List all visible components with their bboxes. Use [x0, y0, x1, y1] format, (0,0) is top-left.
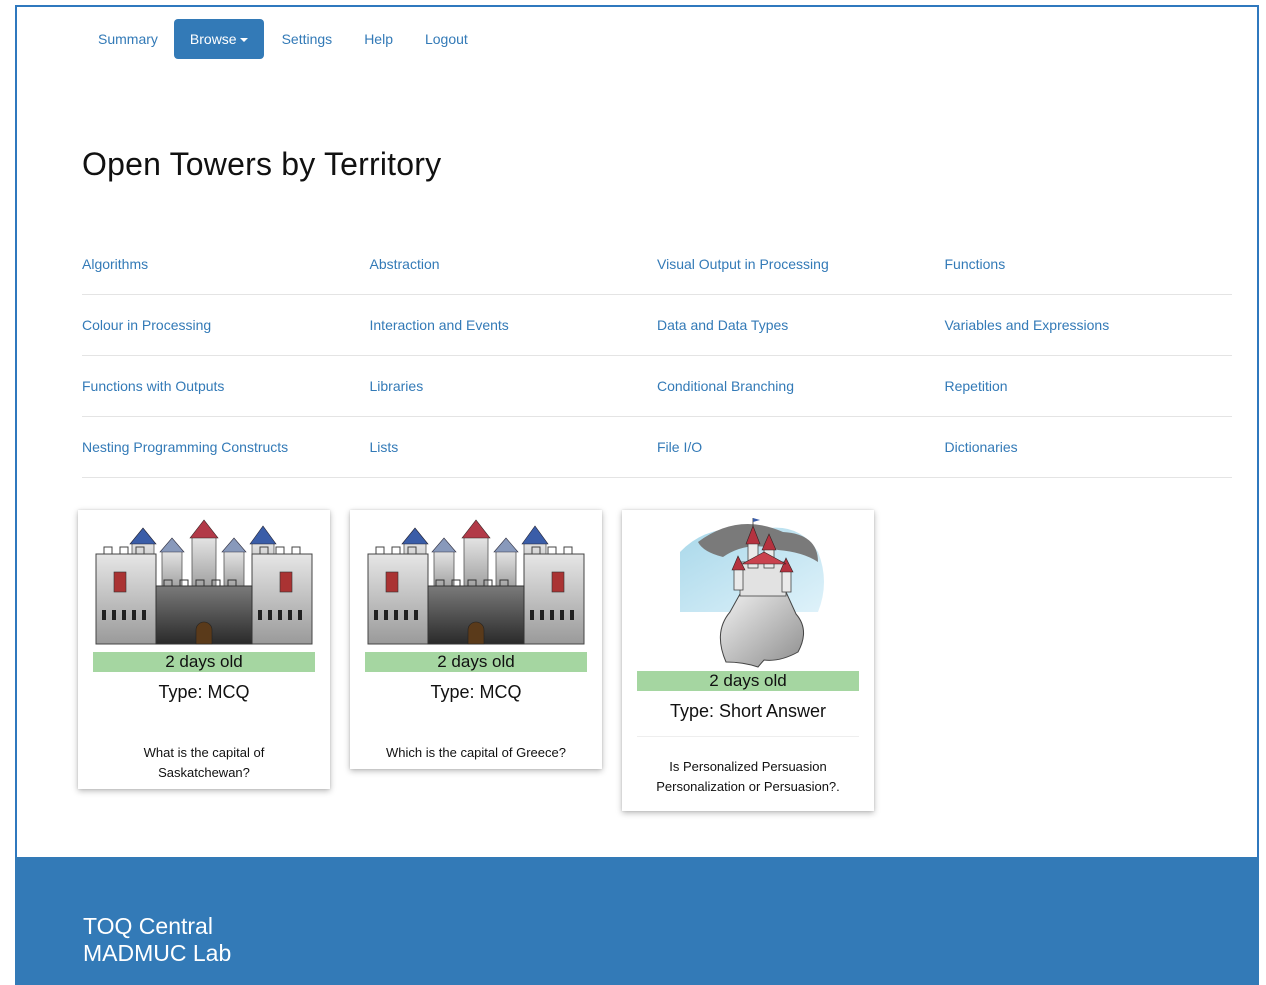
tower-age-badge: 2 days old [637, 671, 859, 691]
territory-link[interactable]: File I/O [657, 439, 945, 455]
nav-logout[interactable]: Logout [409, 19, 484, 59]
territory-link[interactable]: Dictionaries [945, 439, 1233, 455]
nav-help[interactable]: Help [348, 19, 409, 59]
tower-type: Type: MCQ [158, 682, 250, 702]
tower-type: Type: MCQ [430, 682, 522, 702]
tower-card[interactable]: 2 days old Type: MCQ What is the capital… [78, 510, 330, 789]
tower-question: What is the capital of Saskatchewan? [143, 745, 265, 780]
card-divider [637, 736, 859, 737]
tower-question: Which is the capital of Greece? [386, 745, 566, 760]
nav-summary[interactable]: Summary [82, 19, 174, 59]
nav-settings[interactable]: Settings [266, 19, 349, 59]
nav-browse[interactable]: Browse [173, 19, 264, 59]
castle-cliff-icon [668, 512, 828, 668]
territory-link[interactable]: Data and Data Types [657, 317, 945, 333]
territory-link[interactable]: Functions [945, 256, 1233, 272]
territory-link[interactable]: Interaction and Events [370, 317, 658, 333]
territory-link[interactable]: Colour in Processing [82, 317, 370, 333]
tower-question: Is Personalized Persuasion Personalizati… [656, 759, 840, 794]
territory-link[interactable]: Nesting Programming Constructs [82, 439, 370, 455]
footer-line-1: TOQ Central [83, 913, 213, 939]
territory-list: Algorithms Abstraction Visual Output in … [82, 234, 1232, 478]
territory-link[interactable]: Algorithms [82, 256, 370, 272]
territory-link[interactable]: Visual Output in Processing [657, 256, 945, 272]
castle-wide-icon [92, 514, 316, 648]
territory-row: Functions with Outputs Libraries Conditi… [82, 356, 1232, 417]
tower-card[interactable]: 2 days old Type: MCQ Which is the capita… [350, 510, 602, 769]
territory-row: Algorithms Abstraction Visual Output in … [82, 234, 1232, 295]
tower-age-badge: 2 days old [365, 652, 587, 672]
top-nav: Summary Browse Settings Help Logout [82, 19, 484, 59]
territory-row: Colour in Processing Interaction and Eve… [82, 295, 1232, 356]
caret-down-icon [239, 38, 248, 43]
territory-row: Nesting Programming Constructs Lists Fil… [82, 417, 1232, 478]
territory-link[interactable]: Functions with Outputs [82, 378, 370, 394]
territory-link[interactable]: Lists [370, 439, 658, 455]
territory-link[interactable]: Repetition [945, 378, 1233, 394]
tower-type: Type: Short Answer [669, 701, 827, 721]
footer: TOQ Central MADMUC Lab [15, 857, 1259, 985]
page-title: Open Towers by Territory [82, 146, 442, 182]
tower-card[interactable]: 2 days old Type: Short Answer Is Persona… [622, 510, 874, 811]
territory-link[interactable]: Conditional Branching [657, 378, 945, 394]
nav-browse-label: Browse [189, 31, 237, 47]
territory-link[interactable]: Variables and Expressions [945, 317, 1233, 333]
tower-age-badge: 2 days old [93, 652, 315, 672]
territory-link[interactable]: Abstraction [370, 256, 658, 272]
footer-line-2: MADMUC Lab [83, 940, 232, 966]
territory-link[interactable]: Libraries [370, 378, 658, 394]
castle-wide-icon [364, 514, 588, 648]
